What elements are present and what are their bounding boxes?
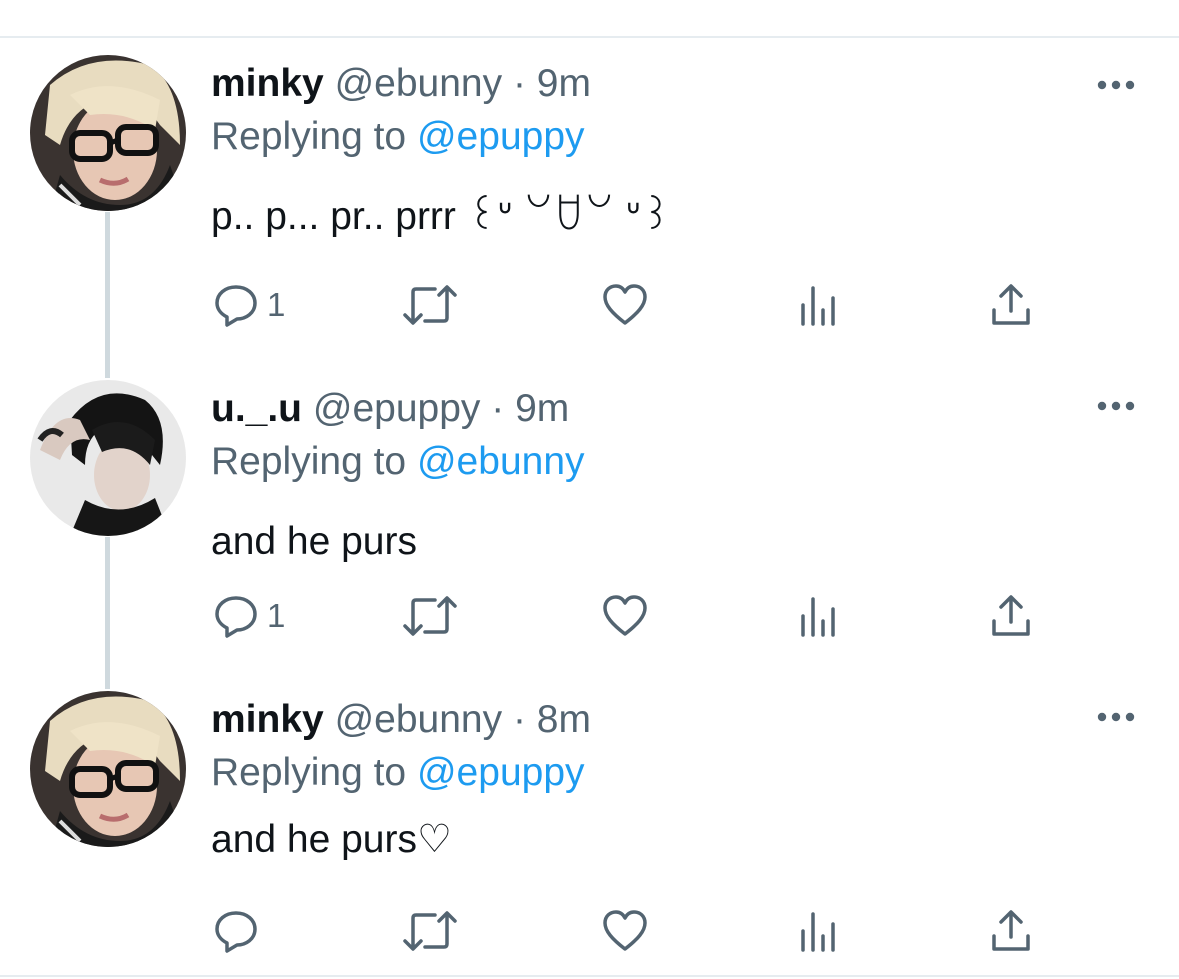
share-icon — [992, 910, 1030, 951]
replying-to-label: Replying to — [211, 751, 407, 794]
bottom-divider — [0, 975, 1179, 977]
tweet-header: minky @ebunny · 8m — [211, 697, 591, 743]
username[interactable]: @ebunny — [335, 698, 503, 741]
like-button[interactable] — [602, 591, 648, 641]
share-button[interactable] — [990, 906, 1032, 956]
tweet-actions — [0, 906, 1179, 956]
separator-dot: · — [512, 698, 526, 741]
share-button[interactable] — [990, 280, 1032, 330]
tweet-actions: 1 — [0, 280, 1179, 330]
replying-to-label: Replying to — [211, 440, 407, 483]
analytics-icon — [801, 597, 835, 637]
reply-icon — [215, 596, 257, 638]
reply-button[interactable]: 1 — [213, 280, 285, 330]
replying-to-user-link[interactable]: @epuppy — [417, 751, 585, 794]
tweet[interactable]: u._.u @epuppy · 9m Replying to @ebunny a… — [0, 380, 1179, 680]
tweet-text: and he purs — [211, 520, 417, 563]
tweet[interactable]: minky @ebunny · 9m Replying to @epuppy p… — [0, 55, 1179, 355]
tweet-header: u._.u @epuppy · 9m — [211, 386, 569, 432]
analytics-button[interactable] — [800, 591, 838, 641]
display-name[interactable]: minky — [211, 698, 324, 741]
retweet-icon — [403, 596, 457, 636]
retweet-icon — [403, 911, 457, 951]
retweet-button[interactable] — [401, 906, 459, 956]
like-icon — [603, 284, 647, 325]
username[interactable]: @ebunny — [335, 62, 503, 105]
more-icon[interactable] — [1094, 396, 1138, 416]
reply-count: 1 — [267, 286, 286, 323]
reply-button[interactable] — [213, 906, 267, 956]
replying-to-label: Replying to — [211, 115, 407, 158]
like-icon — [603, 595, 647, 636]
like-button[interactable] — [602, 280, 648, 330]
retweet-button[interactable] — [401, 591, 459, 641]
replying-to-user-link[interactable]: @ebunny — [417, 440, 585, 483]
replying-to: Replying to @ebunny — [211, 439, 585, 485]
timestamp[interactable]: 9m — [537, 62, 591, 105]
username[interactable]: @epuppy — [313, 387, 481, 430]
avatar[interactable] — [30, 380, 186, 536]
avatar[interactable] — [30, 691, 186, 847]
tweet[interactable]: minky @ebunny · 8m Replying to @epuppy a… — [0, 691, 1179, 971]
analytics-icon — [801, 286, 835, 326]
analytics-icon — [801, 912, 835, 952]
analytics-button[interactable] — [800, 906, 838, 956]
like-icon — [603, 910, 647, 951]
replying-to-user-link[interactable]: @epuppy — [417, 115, 585, 158]
more-icon[interactable] — [1094, 75, 1138, 95]
display-name[interactable]: u._.u — [211, 387, 302, 430]
reply-icon — [215, 911, 257, 953]
share-icon — [992, 284, 1030, 325]
share-icon — [992, 595, 1030, 636]
analytics-button[interactable] — [800, 280, 838, 330]
tweet-text: p.. p... pr.. prrr ꒰ᐡ ꒡ꇴ꒡ ᐡ꒱ — [211, 195, 672, 238]
top-divider — [0, 36, 1179, 38]
retweet-button[interactable] — [401, 280, 459, 330]
timestamp[interactable]: 8m — [537, 698, 591, 741]
reply-count: 1 — [267, 597, 286, 634]
more-icon[interactable] — [1094, 707, 1138, 727]
tweet-actions: 1 — [0, 591, 1179, 641]
display-name[interactable]: minky — [211, 62, 324, 105]
retweet-icon — [403, 285, 457, 325]
share-button[interactable] — [990, 591, 1032, 641]
like-button[interactable] — [602, 906, 648, 956]
reply-button[interactable]: 1 — [213, 591, 285, 641]
separator-dot: · — [491, 387, 505, 430]
tweet-header: minky @ebunny · 9m — [211, 61, 591, 107]
replying-to: Replying to @epuppy — [211, 750, 585, 796]
separator-dot: · — [512, 62, 526, 105]
replying-to: Replying to @epuppy — [211, 114, 585, 160]
reply-icon — [215, 285, 257, 327]
avatar[interactable] — [30, 55, 186, 211]
timestamp[interactable]: 9m — [515, 387, 569, 430]
tweet-text: and he purs♡ — [211, 818, 452, 861]
